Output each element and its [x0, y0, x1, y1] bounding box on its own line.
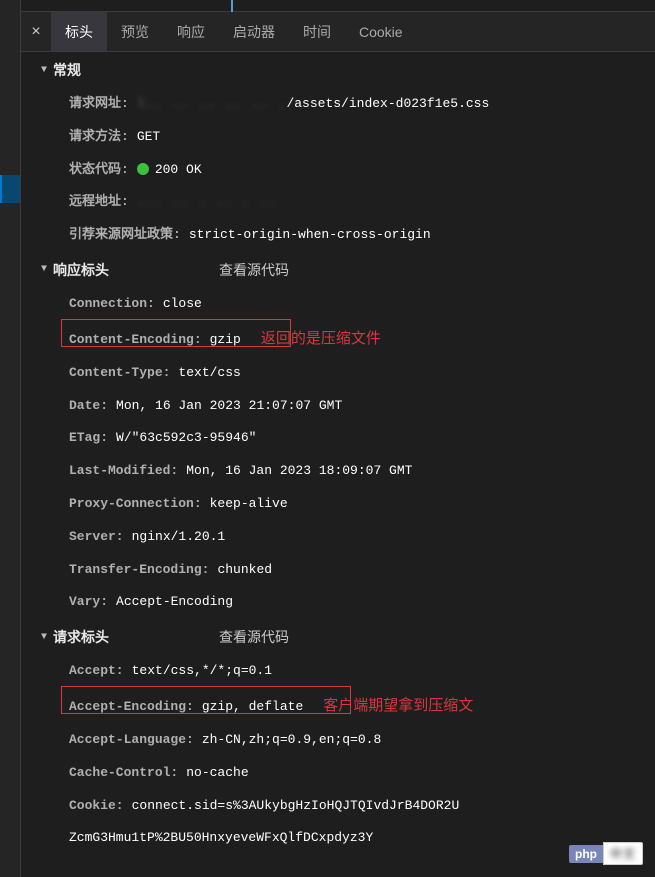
cn-badge: 中文 [603, 842, 643, 865]
section-request-header[interactable]: ▼ 请求标头 查看源代码 [21, 619, 655, 655]
annotation-response: 返回的是压缩文件 [261, 327, 381, 351]
row-vary: Vary: Accept-Encoding [21, 586, 655, 619]
row-content-encoding: Content-Encoding: gzip 返回的是压缩文件 [21, 321, 655, 357]
content-encoding-value: gzip [210, 330, 241, 351]
row-accept-encoding: Accept-Encoding: gzip, deflate 客户端期望拿到压缩… [21, 688, 655, 724]
row-last-modified: Last-Modified: Mon, 16 Jan 2023 18:09:07… [21, 455, 655, 488]
section-response-title: 响应标头 [53, 260, 109, 280]
cookie-value: connect.sid=s%3AUkybgHzIoHQJTQIvdJrB4DOR… [132, 796, 460, 817]
tab-bar: × 标头 预览 响应 启动器 时间 Cookie [21, 12, 655, 52]
accept-value: text/css,*/*;q=0.1 [132, 661, 272, 682]
transfer-encoding-value: chunked [217, 560, 272, 581]
triangle-down-icon: ▼ [41, 65, 47, 76]
tab-preview[interactable]: 预览 [107, 12, 163, 51]
remote-address-value: ... .. . .. . .. [137, 192, 278, 213]
status-code-label: 状态代码: [69, 160, 129, 181]
row-request-method: 请求方法: GET [21, 121, 655, 154]
accept-encoding-value: gzip, deflate [202, 697, 303, 718]
transfer-encoding-label: Transfer-Encoding: [69, 560, 209, 581]
tab-timing[interactable]: 时间 [289, 12, 345, 51]
row-accept: Accept: text/css,*/*;q=0.1 [21, 655, 655, 688]
proxy-connection-label: Proxy-Connection: [69, 494, 202, 515]
tab-headers[interactable]: 标头 [51, 12, 107, 51]
etag-label: ETag: [69, 428, 108, 449]
server-value: nginx/1.20.1 [132, 527, 226, 548]
request-method-value: GET [137, 127, 160, 148]
view-source-button[interactable]: 查看源代码 [219, 627, 289, 647]
cache-control-value: no-cache [186, 763, 248, 784]
triangle-down-icon: ▼ [41, 632, 47, 643]
request-url-label: 请求网址: [69, 94, 129, 115]
etag-value: W/"63c592c3-95946" [116, 428, 256, 449]
request-method-label: 请求方法: [69, 127, 129, 148]
tab-response[interactable]: 响应 [163, 12, 219, 51]
section-response-header[interactable]: ▼ 响应标头 查看源代码 [21, 252, 655, 288]
row-cookie-cont: ZcmG3Hmu1tP%2BU50HnxyeveWFxQlfDCxpdyz3Y [21, 822, 655, 855]
row-cache-control: Cache-Control: no-cache [21, 757, 655, 790]
row-transfer-encoding: Transfer-Encoding: chunked [21, 554, 655, 587]
tab-cookies[interactable]: Cookie [345, 12, 417, 51]
close-icon[interactable]: × [21, 23, 51, 41]
php-badge: php [569, 845, 603, 863]
row-request-url: 请求网址: l.. .. .. .. .. ./assets/index-d02… [21, 88, 655, 121]
last-modified-value: Mon, 16 Jan 2023 18:09:07 GMT [186, 461, 412, 482]
section-request-title: 请求标头 [53, 627, 109, 647]
connection-label: Connection: [69, 294, 155, 315]
server-label: Server: [69, 527, 124, 548]
request-url-value: l.. .. .. .. .. ./assets/index-d023f1e5.… [137, 94, 489, 115]
remote-address-label: 远程地址: [69, 192, 129, 213]
cookie-value-cont: ZcmG3Hmu1tP%2BU50HnxyeveWFxQlfDCxpdyz3Y [69, 828, 373, 849]
triangle-down-icon: ▼ [41, 264, 47, 275]
referrer-policy-value: strict-origin-when-cross-origin [189, 225, 431, 246]
content-type-label: Content-Type: [69, 363, 170, 384]
sidebar-active-marker [0, 175, 20, 203]
last-modified-label: Last-Modified: [69, 461, 178, 482]
row-connection: Connection: close [21, 288, 655, 321]
view-source-button[interactable]: 查看源代码 [219, 260, 289, 280]
row-proxy-connection: Proxy-Connection: keep-alive [21, 488, 655, 521]
row-etag: ETag: W/"63c592c3-95946" [21, 422, 655, 455]
accept-language-value: zh-CN,zh;q=0.9,en;q=0.8 [202, 730, 381, 751]
accept-language-label: Accept-Language: [69, 730, 194, 751]
row-referrer-policy: 引荐来源网址政策: strict-origin-when-cross-origi… [21, 219, 655, 252]
row-content-type: Content-Type: text/css [21, 357, 655, 390]
row-remote-address: 远程地址: ... .. . .. . .. [21, 186, 655, 219]
row-date: Date: Mon, 16 Jan 2023 21:07:07 GMT [21, 390, 655, 423]
row-status-code: 状态代码: 200 OK [21, 154, 655, 187]
top-strip [21, 0, 655, 12]
sidebar [0, 0, 20, 877]
proxy-connection-value: keep-alive [210, 494, 288, 515]
cache-control-label: Cache-Control: [69, 763, 178, 784]
row-cookie: Cookie: connect.sid=s%3AUkybgHzIoHQJTQIv… [21, 790, 655, 823]
date-value: Mon, 16 Jan 2023 21:07:07 GMT [116, 396, 342, 417]
accept-label: Accept: [69, 661, 124, 682]
referrer-policy-label: 引荐来源网址政策: [69, 225, 181, 246]
accept-encoding-label: Accept-Encoding: [69, 697, 194, 718]
status-code-value: 200 OK [137, 160, 202, 181]
date-label: Date: [69, 396, 108, 417]
status-dot-icon [137, 163, 149, 175]
connection-value: close [163, 294, 202, 315]
top-marker [231, 0, 233, 12]
tab-initiator[interactable]: 启动器 [219, 12, 289, 51]
section-general-title: 常规 [53, 60, 81, 80]
content-type-value: text/css [178, 363, 240, 384]
vary-value: Accept-Encoding [116, 592, 233, 613]
content-encoding-label: Content-Encoding: [69, 330, 202, 351]
row-server: Server: nginx/1.20.1 [21, 521, 655, 554]
section-general-header[interactable]: ▼ 常规 [21, 52, 655, 88]
php-logo: php 中文 [569, 842, 643, 865]
row-accept-language: Accept-Language: zh-CN,zh;q=0.9,en;q=0.8 [21, 724, 655, 757]
details-panel: ▼ 常规 请求网址: l.. .. .. .. .. ./assets/inde… [21, 52, 655, 877]
main-panel: × 标头 预览 响应 启动器 时间 Cookie ▼ 常规 请求网址: l.. … [20, 0, 655, 877]
annotation-request: 客户端期望拿到压缩文 [323, 694, 473, 718]
vary-label: Vary: [69, 592, 108, 613]
tabs: 标头 预览 响应 启动器 时间 Cookie [51, 12, 417, 51]
cookie-label: Cookie: [69, 796, 124, 817]
